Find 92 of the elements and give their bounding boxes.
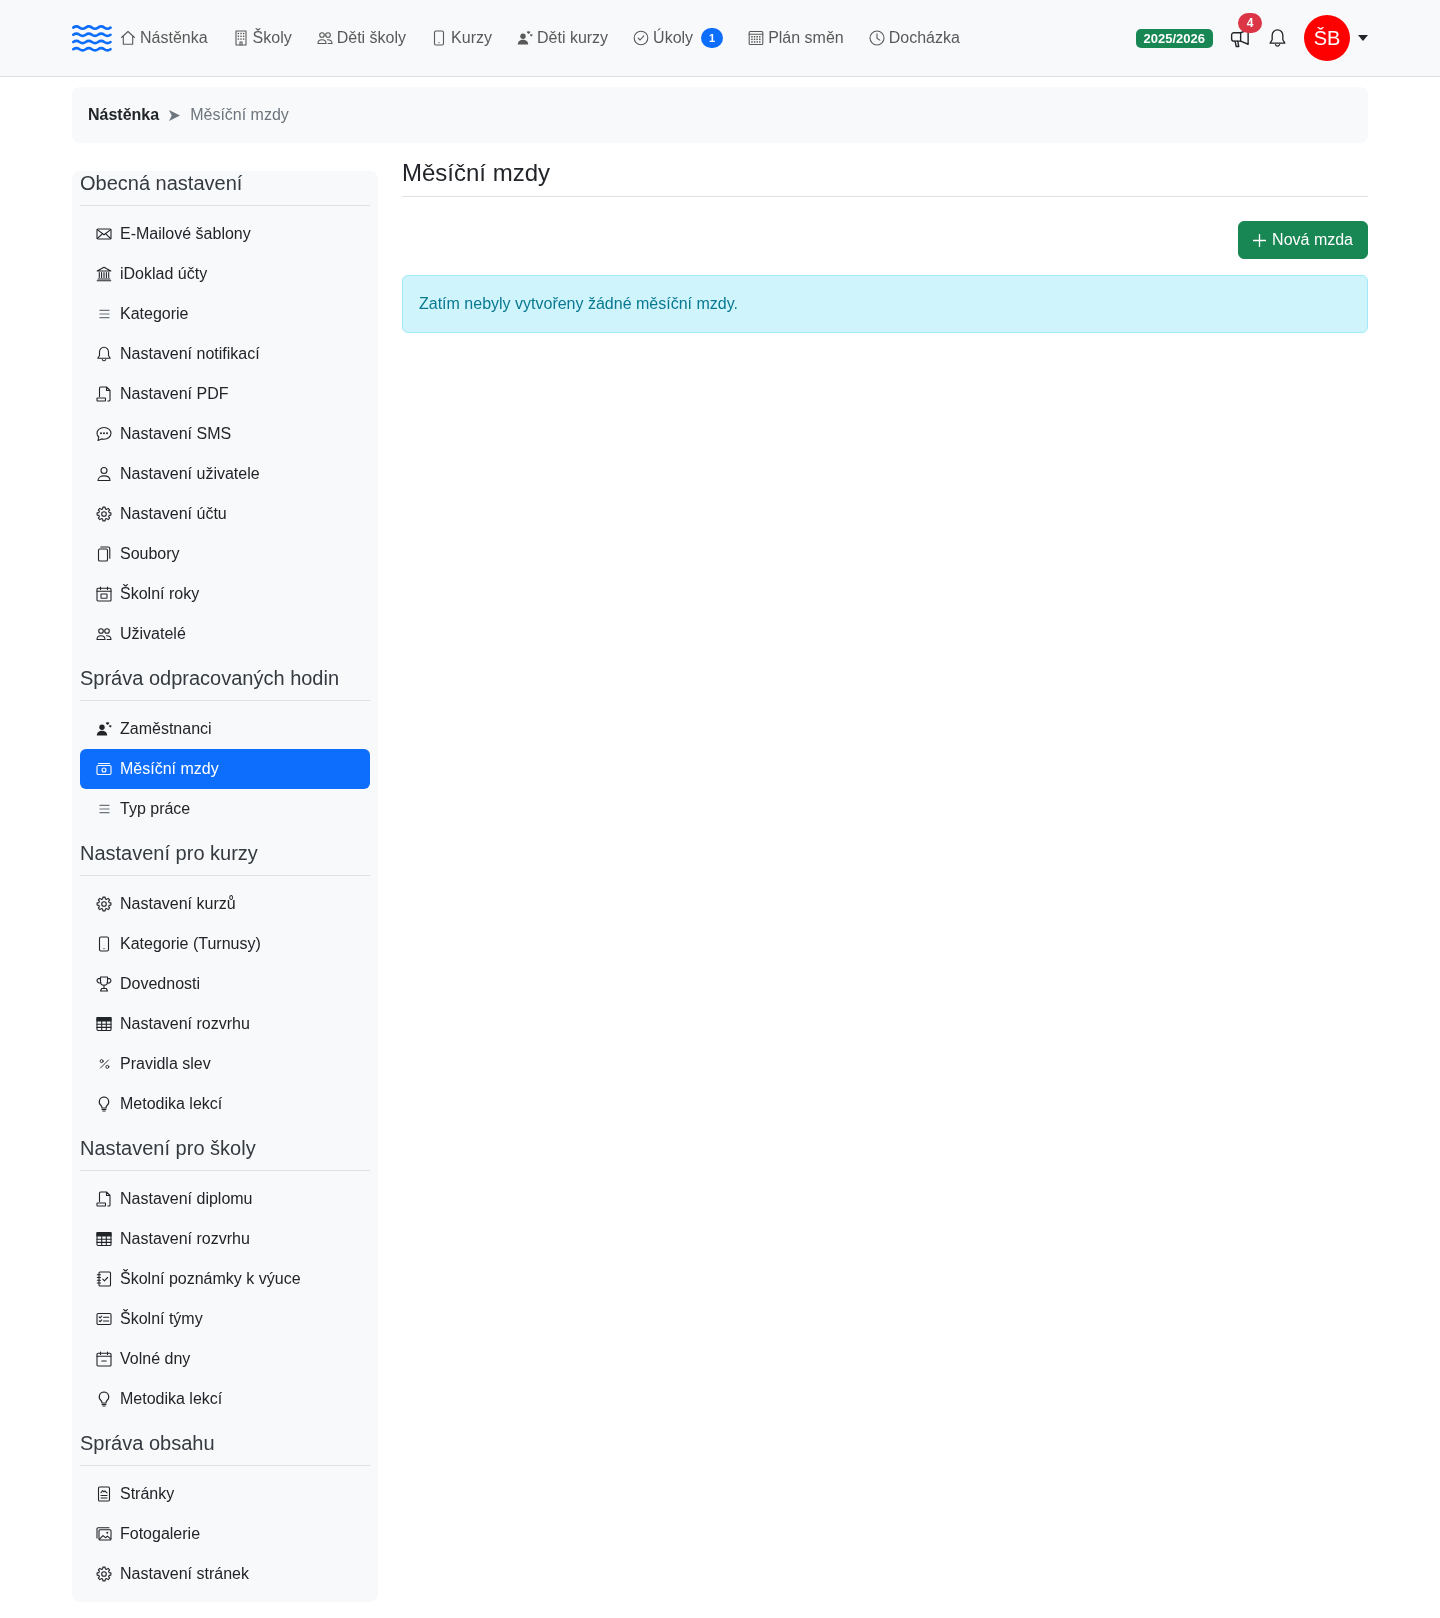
sidebar-item[interactable]: iDoklad účty <box>80 254 370 294</box>
list-icon <box>98 804 110 814</box>
sidebar-item[interactable]: Metodika lekcí <box>80 1379 370 1419</box>
sidebar-item[interactable]: Uživatelé <box>80 614 370 654</box>
sidebar-item[interactable]: Kategorie <box>80 294 370 334</box>
sidebar-item[interactable]: Soubory <box>80 534 370 574</box>
caret-icon[interactable] <box>1358 35 1368 41</box>
people-icon <box>96 626 112 642</box>
sidebar-item[interactable]: Nastavení uživatele <box>80 454 370 494</box>
section-heading: Správa odpracovaných hodin <box>80 666 341 690</box>
plus-icon <box>1253 233 1267 247</box>
document-icon <box>96 1486 112 1502</box>
people-icon <box>316 30 333 46</box>
gear-icon <box>96 896 112 912</box>
list-icon <box>98 309 110 319</box>
percent-icon <box>98 1059 110 1069</box>
chat-dots-icon <box>96 426 112 442</box>
breadcrumb-link[interactable]: Nástěnka <box>88 103 160 127</box>
school-year-badge: 2025/2026 <box>1135 28 1213 48</box>
breadcrumb-current: Měsíční mzdy <box>190 105 289 125</box>
sidebar-item[interactable]: Nastavení účtu <box>80 494 370 534</box>
section-heading: Správa obsahu <box>80 1431 216 1455</box>
sidebar-item[interactable]: Školní poznámky k výuce <box>80 1259 370 1299</box>
file-icon <box>96 386 112 402</box>
breadcrumb-arrow-icon <box>169 109 181 121</box>
nav-link[interactable]: Školy <box>224 18 300 58</box>
building-icon <box>232 30 249 46</box>
bell-icon <box>96 346 112 362</box>
sidebar-item[interactable]: Metodika lekcí <box>80 1084 370 1124</box>
tablet-icon <box>96 936 112 952</box>
sidebar-item[interactable]: Nastavení rozvrhu <box>80 1219 370 1259</box>
sidebar-item[interactable]: Zaměstnanci <box>80 709 370 749</box>
sidebar-item[interactable]: Dovednosti <box>80 964 370 1004</box>
trophy-icon <box>96 976 112 992</box>
bell-icon[interactable] <box>1268 28 1287 48</box>
calendar-icon <box>96 586 112 602</box>
section-heading: Obecná nastavení <box>80 171 244 195</box>
user-avatar-button[interactable]: ŠB <box>1304 15 1350 61</box>
envelope-icon <box>96 226 112 242</box>
files-icon <box>96 546 112 562</box>
sidebar-item[interactable]: Měsíční mzdy <box>80 749 370 789</box>
calendar-minus-icon <box>96 1351 112 1367</box>
sidebar-item[interactable]: Fotogalerie <box>80 1514 370 1554</box>
sidebar-item[interactable]: Školní roky <box>80 574 370 614</box>
nav-link[interactable]: Úkoly 1 <box>625 18 732 58</box>
nav-link[interactable]: Docházka <box>860 18 968 58</box>
nav-link[interactable]: Děti kurzy <box>509 18 617 58</box>
gear-icon <box>96 1566 112 1582</box>
sidebar-item[interactable]: Volné dny <box>80 1339 370 1379</box>
sidebar-item[interactable]: Pravidla slev <box>80 1044 370 1084</box>
sidebar-item[interactable]: Nastavení notifikací <box>80 334 370 374</box>
count-badge: 1 <box>701 28 724 48</box>
house-icon <box>120 30 136 46</box>
section-heading: Nastavení pro kurzy <box>80 841 259 865</box>
sidebar-item[interactable]: Nastavení rozvrhu <box>80 1004 370 1044</box>
sidebar-item[interactable]: Typ práce <box>80 789 370 829</box>
person-hearts-icon <box>517 30 533 46</box>
sidebar-item[interactable]: Nastavení SMS <box>80 414 370 454</box>
nav-link[interactable]: Děti školy <box>308 18 415 58</box>
sidebar-item[interactable]: Kategorie (Turnusy) <box>80 924 370 964</box>
clock-icon <box>868 30 885 46</box>
table-icon <box>96 1231 112 1247</box>
person-icon <box>96 466 112 482</box>
checklist-icon <box>96 1311 112 1327</box>
nav-link[interactable]: Nástěnka <box>112 18 216 58</box>
cash-icon <box>96 761 112 777</box>
sidebar-item[interactable]: Nastavení stránek <box>80 1554 370 1594</box>
gear-icon <box>96 506 112 522</box>
page-title: Měsíční mzdy <box>402 159 551 188</box>
journal-check-icon <box>96 1271 112 1287</box>
table-icon <box>96 1016 112 1032</box>
waves-logo-icon[interactable] <box>72 24 112 52</box>
person-hearts-icon <box>96 721 112 737</box>
sidebar-item[interactable]: Školní týmy <box>80 1299 370 1339</box>
section-heading: Nastavení pro školy <box>80 1136 257 1160</box>
lightbulb-icon <box>96 1391 112 1407</box>
nav-link[interactable]: Plán směn <box>740 18 852 58</box>
sidebar-item[interactable]: Nastavení diplomu <box>80 1179 370 1219</box>
info-alert: Zatím nebyly vytvořeny žádné měsíční mzdy. <box>402 275 1368 333</box>
lightbulb-icon <box>96 1096 112 1112</box>
sidebar-item[interactable]: Nastavení kurzů <box>80 884 370 924</box>
sidebar-item[interactable]: Stránky <box>80 1474 370 1514</box>
file-icon <box>96 1191 112 1207</box>
check-circle-icon <box>633 30 650 46</box>
sidebar-item[interactable]: E-Mailové šablony <box>80 214 370 254</box>
bank-icon <box>96 266 112 282</box>
new-wage-button[interactable]: Nová mzda <box>1238 221 1368 259</box>
nav-link[interactable]: Kurzy <box>423 18 500 58</box>
count-badge: 4 <box>1238 13 1262 33</box>
calendar-icon <box>748 30 765 46</box>
images-icon <box>96 1526 112 1542</box>
sidebar-item[interactable]: Nastavení PDF <box>80 374 370 414</box>
